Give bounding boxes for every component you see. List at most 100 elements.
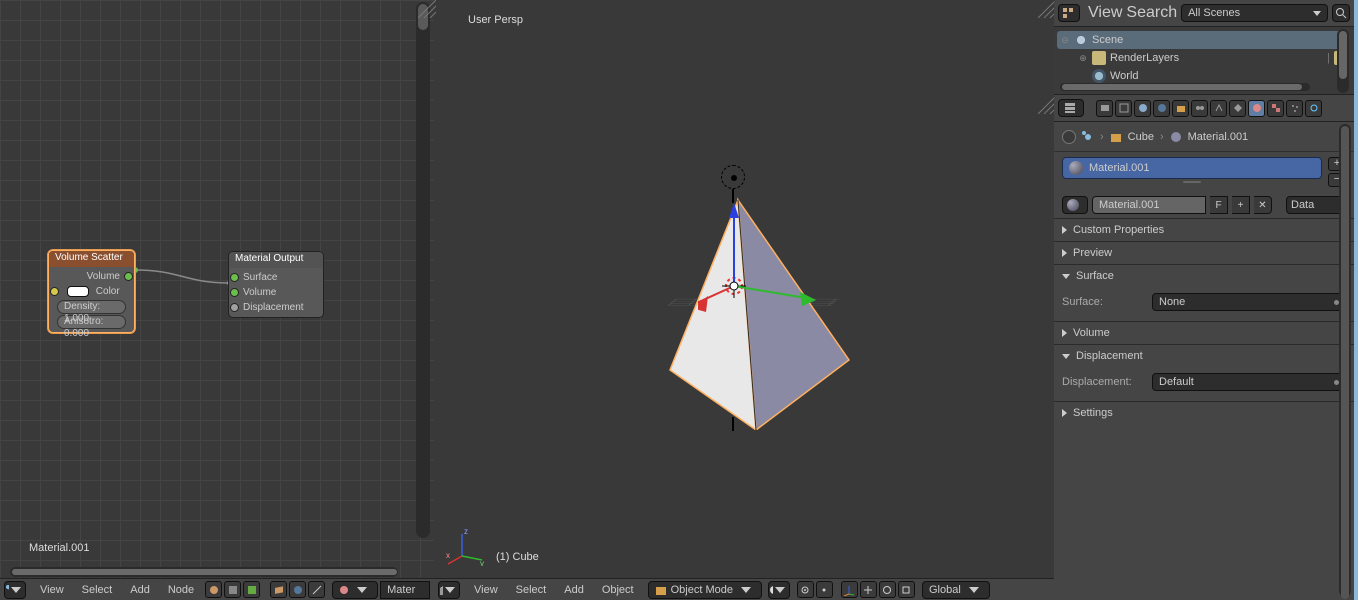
menu-view[interactable]: View [466,584,506,596]
editor-type-dropdown[interactable] [438,581,460,599]
surface-label: Surface: [1062,296,1144,308]
node-tree-compositing[interactable] [224,581,241,598]
tab-object[interactable] [1172,100,1189,117]
orientation-dropdown[interactable]: Global [922,581,990,599]
panel-preview: Preview⠿ [1054,241,1354,264]
node-editor-vscrollbar[interactable] [416,2,430,538]
properties-vscrollbar[interactable] [1339,124,1351,597]
socket-in-displacement[interactable] [230,303,239,312]
tab-texture[interactable] [1267,100,1284,117]
shader-type-object[interactable] [270,581,287,598]
tab-physics[interactable] [1305,100,1322,117]
crumb-object[interactable]: Cube [1128,131,1154,143]
material-icon [1170,131,1182,143]
socket-out-volume[interactable] [124,272,133,281]
outliner-vscrollbar[interactable] [1337,29,1349,93]
outliner-hscrollbar[interactable] [1060,83,1310,91]
node-input-displacement[interactable]: Displacement [235,300,317,315]
tab-particles[interactable] [1286,100,1303,117]
color-swatch[interactable] [67,286,89,297]
right-column: View Search All Scenes ⊖ Scene ⊕ RenderL… [1054,0,1354,600]
displacement-dropdown[interactable]: Default [1152,373,1346,391]
node-tree-texture[interactable] [243,581,260,598]
pivot-dropdown[interactable] [797,581,814,598]
manipulator-scale[interactable] [898,581,915,598]
tab-material[interactable] [1248,100,1265,117]
shader-type-world[interactable] [289,581,306,598]
outliner-search-button[interactable] [1332,4,1350,22]
menu-add[interactable]: Add [122,584,158,596]
editor-type-dropdown[interactable] [4,581,26,599]
socket-in-surface[interactable] [230,273,239,282]
editor-type-dropdown[interactable] [1058,4,1080,22]
menu-select[interactable]: Select [508,584,555,596]
scene-icon [1074,33,1088,47]
outliner[interactable]: ⊖ Scene ⊕ RenderLayers | World [1054,27,1354,95]
3d-viewport[interactable]: User Persp [434,0,1054,600]
outliner-renderlayers-row[interactable]: ⊕ RenderLayers | [1060,49,1348,67]
node-output-volume[interactable]: Volume [55,269,128,284]
renderlayers-icon [1092,51,1106,65]
node-editor[interactable]: Volume Scatter Volume Color Density: 1.0… [0,0,434,600]
panel-toggle[interactable]: Settings⠿ [1054,402,1354,424]
panel-toggle[interactable]: Preview⠿ [1054,242,1354,264]
panel-toggle[interactable]: Displacement⠿ [1054,345,1354,367]
tab-constraints[interactable] [1191,100,1208,117]
mode-dropdown[interactable]: Object Mode [648,581,762,599]
tab-render-layers[interactable] [1115,100,1132,117]
anisotropy-field[interactable]: Anisotro: 0.000 [57,315,126,329]
node-editor-hscrollbar[interactable] [10,567,398,577]
material-selector[interactable] [332,581,378,599]
node-input-volume[interactable]: Volume [235,285,317,300]
node-input-color[interactable]: Color [55,284,128,299]
socket-in-volume[interactable] [230,288,239,297]
tab-scene[interactable] [1134,100,1151,117]
tab-data[interactable] [1229,100,1246,117]
menu-search[interactable]: Search [1126,4,1177,22]
material-fake-user[interactable]: F [1210,196,1228,214]
manipulator-toggle[interactable] [841,581,858,598]
menu-node[interactable]: Node [160,584,202,596]
manipulator-translate[interactable] [860,581,877,598]
material-browse-dropdown[interactable] [1062,196,1088,214]
panel-toggle[interactable]: Surface⠿ [1054,265,1354,287]
node-title[interactable]: Volume Scatter [49,251,134,267]
node-input-surface[interactable]: Surface [235,270,317,285]
menu-view[interactable]: View [32,584,72,596]
crumb-material[interactable]: Material.001 [1188,131,1249,143]
tab-modifiers[interactable] [1210,100,1227,117]
svg-text:x: x [446,551,450,560]
outliner-display-mode[interactable]: All Scenes [1181,4,1328,22]
panel-toggle[interactable]: Volume⠿ [1054,322,1354,344]
menu-object[interactable]: Object [594,584,642,596]
material-slot-0[interactable]: Material.001 [1062,157,1322,179]
tab-render[interactable] [1096,100,1113,117]
material-link-dropdown[interactable]: Data [1286,196,1346,214]
node-tree-shader[interactable] [205,581,222,598]
node-title[interactable]: Material Output [229,252,323,268]
material-name-field[interactable]: Material.001 [1092,196,1206,214]
surface-shader-dropdown[interactable]: None [1152,293,1346,311]
shader-type-line[interactable] [308,581,325,598]
material-unlink[interactable]: ✕ [1254,196,1272,214]
editor-type-dropdown[interactable] [1058,99,1084,117]
pyramid-object[interactable] [634,170,894,430]
node-volume-scatter[interactable]: Volume Scatter Volume Color Density: 1.0… [48,250,135,333]
socket-in-color[interactable] [50,287,59,296]
density-field[interactable]: Density: 1.000 [57,300,126,314]
tab-world[interactable] [1153,100,1170,117]
cube-icon [1110,131,1122,143]
viewport-shading-dropdown[interactable] [768,581,790,599]
menu-add[interactable]: Add [556,584,592,596]
panel-custom-properties: Custom Properties⠿ [1054,218,1354,241]
material-new[interactable]: + [1232,196,1250,214]
menu-view[interactable]: View [1088,4,1122,22]
menu-select[interactable]: Select [74,584,121,596]
node-material-output[interactable]: Material Output Surface Volume Displacem… [228,251,324,318]
outliner-scene-row[interactable]: ⊖ Scene [1057,31,1348,49]
pivot-individual[interactable] [816,581,833,598]
manipulator-rotate[interactable] [879,581,896,598]
material-name-field[interactable]: Mater [380,581,430,599]
pin-icon[interactable] [1062,130,1076,144]
panel-toggle[interactable]: Custom Properties⠿ [1054,219,1354,241]
